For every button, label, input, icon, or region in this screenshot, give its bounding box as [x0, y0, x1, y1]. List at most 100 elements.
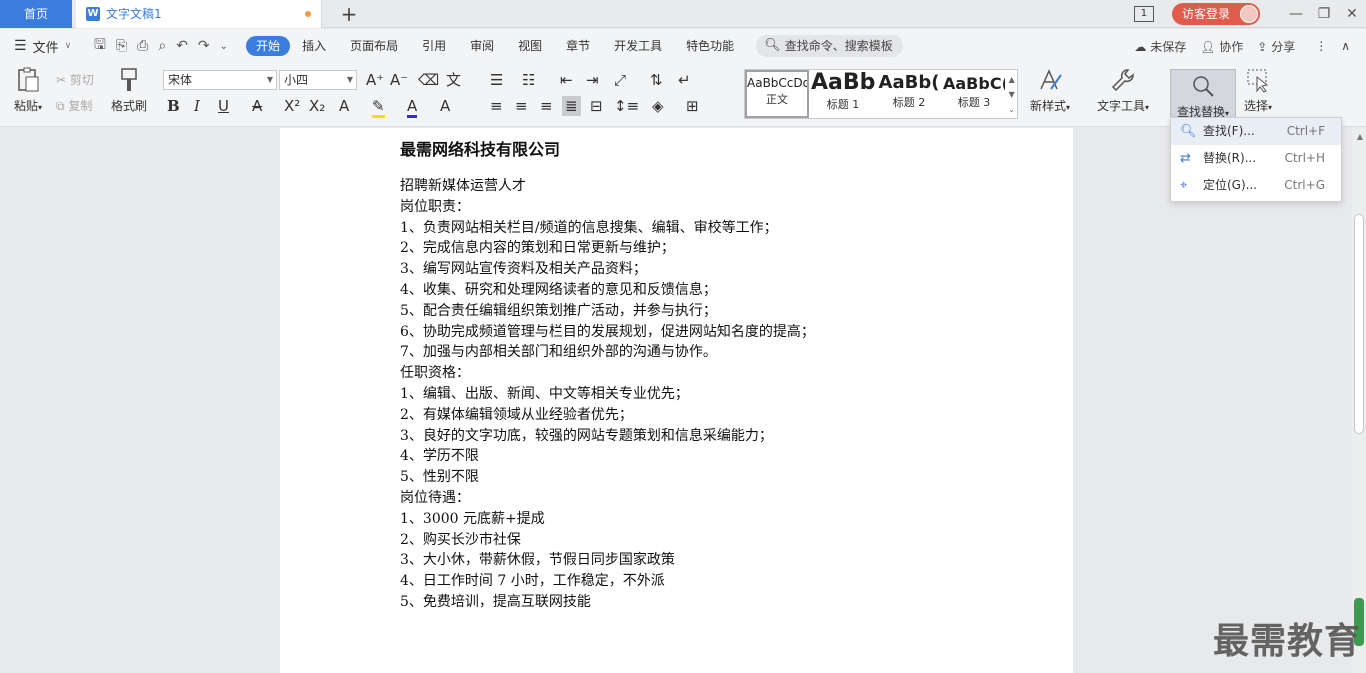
collapse-ribbon-icon[interactable]: ∧ — [1341, 39, 1350, 53]
replace-menu-item[interactable]: ⇄ 替换(R)... Ctrl+H — [1171, 145, 1341, 172]
highlight-icon[interactable]: ✎ — [372, 96, 385, 118]
font-family-select[interactable]: 宋体 ▼ — [163, 70, 277, 90]
tab-home[interactable]: 首页 — [0, 0, 72, 28]
document-body[interactable]: 最需网络科技有限公司 招聘新媒体运营人才 岗位职责： 1、负责网站相关栏目/频道的信… — [400, 138, 960, 613]
decrease-indent-icon[interactable]: ⇤ — [560, 70, 573, 90]
avatar — [1240, 5, 1258, 23]
find-replace-button[interactable]: 查找替换▾ — [1170, 69, 1236, 121]
sort-icon[interactable]: ⇅ — [650, 70, 663, 90]
clear-format-icon[interactable]: ⌫ — [418, 70, 439, 90]
command-search-input[interactable]: 🔍︎ 查找命令、搜索模板 — [756, 35, 903, 57]
character-border-icon[interactable]: A — [440, 96, 450, 116]
redo-icon[interactable]: ↷ — [198, 38, 210, 54]
select-button[interactable]: 选择▾ — [1240, 67, 1276, 114]
underline-icon[interactable]: U — [218, 96, 229, 116]
grow-font-icon[interactable]: A⁺ — [366, 70, 384, 90]
tab-view[interactable]: 视图 — [506, 36, 554, 56]
style-normal[interactable]: AaBbCcDd 正文 — [745, 70, 809, 118]
find-menu-item[interactable]: 🔍︎ 查找(F)... Ctrl+F — [1171, 118, 1341, 145]
text-tools-button[interactable]: 文字工具▾ — [1094, 67, 1152, 114]
cut-button[interactable]: ✂ 剪切 — [56, 71, 94, 88]
tab-review[interactable]: 审阅 — [458, 36, 506, 56]
document-line: 岗位职责： — [400, 198, 470, 215]
print-icon[interactable]: ⎙ — [137, 38, 148, 54]
tab-references[interactable]: 引用 — [410, 36, 458, 56]
watermark-logo: 最需教育 — [1213, 621, 1362, 662]
unsaved-status[interactable]: ☁ 未保存 — [1134, 38, 1186, 55]
scroll-up-icon[interactable]: ▲ — [1357, 132, 1363, 141]
numbered-list-icon[interactable]: ☷ — [522, 70, 535, 90]
close-icon[interactable]: ✕ — [1338, 0, 1366, 28]
font-color-icon[interactable]: A — [407, 96, 418, 118]
restore-icon[interactable]: ❐ — [1310, 0, 1338, 28]
phonetic-guide-icon[interactable]: 文 — [446, 70, 461, 90]
goto-label: 定位(G)... — [1203, 178, 1258, 192]
shrink-font-icon[interactable]: A⁻ — [390, 70, 408, 90]
document-workspace: 最需网络科技有限公司 招聘新媒体运营人才 岗位职责： 1、负责网站相关栏目/频道的信… — [0, 128, 1366, 673]
document-line: 5、性别不限 — [400, 469, 479, 486]
format-painter-button[interactable]: 格式刷 — [108, 67, 150, 114]
tab-home-start[interactable]: 开始 — [246, 36, 291, 56]
increase-indent-icon[interactable]: ⇥ — [586, 70, 599, 90]
superscript-icon[interactable]: X² — [284, 96, 300, 116]
justify-icon[interactable]: ≣ — [562, 96, 581, 116]
export-icon[interactable]: ⎘ — [116, 38, 127, 54]
vertical-scrollbar[interactable]: ▲ — [1352, 128, 1366, 673]
tab-page-layout[interactable]: 页面布局 — [338, 36, 410, 56]
distributed-icon[interactable]: ⊟ — [590, 96, 603, 116]
copy-icon: ⧉ — [56, 99, 65, 113]
align-center-icon[interactable]: ≡ — [515, 96, 528, 116]
share-button[interactable]: ⇪ 分享 — [1257, 38, 1295, 55]
cloud-icon: ☁ — [1134, 39, 1147, 54]
align-left-icon[interactable]: ≡ — [490, 96, 503, 116]
undo-icon[interactable]: ↶ — [176, 38, 188, 54]
quick-access-more-icon[interactable]: ⌄ — [220, 41, 228, 52]
scroll-thumb[interactable] — [1354, 214, 1364, 434]
style-gallery: AaBbCcDd 正文 AaBb 标题 1 AaBb( 标题 2 AaBbC( … — [744, 69, 1018, 119]
tab-chapter[interactable]: 章节 — [554, 36, 602, 56]
align-right-icon[interactable]: ≡ — [540, 96, 553, 116]
paste-button[interactable]: 粘贴▾ — [10, 67, 46, 114]
document-page[interactable]: 最需网络科技有限公司 招聘新媒体运营人才 岗位职责： 1、负责网站相关栏目/频道的信… — [280, 128, 1073, 673]
shading-icon[interactable]: ◈ — [652, 96, 664, 116]
tab-features[interactable]: 特色功能 — [674, 36, 746, 56]
style-gallery-scroll[interactable]: ▲ ▼ ⌄ — [1008, 72, 1015, 117]
strikethrough-icon[interactable]: A — [252, 96, 262, 116]
italic-icon[interactable]: I — [194, 96, 200, 116]
collaborate-button[interactable]: 👤︎ 协作 — [1200, 38, 1243, 55]
document-line: 1、编辑、出版、新闻、中文等相关专业优先； — [400, 385, 689, 402]
bullet-list-icon[interactable]: ☰ — [490, 70, 503, 90]
select-cursor-icon — [1247, 69, 1269, 93]
borders-icon[interactable]: ⊞ — [686, 96, 699, 116]
style-heading-1[interactable]: AaBb 标题 1 — [811, 70, 875, 118]
tab-insert[interactable]: 插入 — [290, 36, 338, 56]
tab-document[interactable]: W 文字文稿1 — [76, 0, 322, 28]
clipboard-icon — [18, 67, 39, 92]
guest-login-button[interactable]: 访客登录 — [1171, 3, 1260, 25]
search-icon: 🔍︎ — [1180, 124, 1197, 139]
document-line: 3、良好的文字功底，较强的网站专题策划和信息采编能力； — [400, 427, 773, 444]
style-heading-3[interactable]: AaBbC( 标题 3 — [943, 70, 1005, 118]
font-size-select[interactable]: 小四 ▼ — [279, 70, 357, 90]
new-style-button[interactable]: 新样式▾ — [1026, 67, 1074, 114]
goto-menu-item[interactable]: ⌖ 定位(G)... Ctrl+G — [1171, 172, 1341, 199]
wrench-icon — [1111, 69, 1134, 92]
copy-button[interactable]: ⧉ 复制 — [56, 97, 92, 114]
minimize-icon[interactable]: — — [1282, 0, 1310, 28]
chinese-layout-icon[interactable]: ⤢ — [614, 70, 626, 90]
window-count-badge[interactable]: 1 — [1133, 6, 1154, 22]
line-spacing-icon[interactable]: ↕≡ — [614, 96, 639, 116]
tab-developer[interactable]: 开发工具 — [602, 36, 674, 56]
text-effect-icon[interactable]: A — [339, 96, 349, 116]
file-menu[interactable]: ☰ 文件 ∨ — [0, 37, 84, 56]
show-marks-icon[interactable]: ↵ — [678, 70, 691, 90]
more-menu-icon[interactable]: ⋮ — [1315, 39, 1327, 53]
new-tab-button[interactable]: + — [338, 2, 360, 26]
print-preview-icon[interactable]: ⌕ — [158, 38, 166, 54]
save-icon[interactable]: 🖫 — [94, 34, 106, 58]
style-heading-2[interactable]: AaBb( 标题 2 — [877, 70, 941, 118]
subscript-icon[interactable]: X₂ — [309, 96, 325, 116]
new-style-icon — [1040, 69, 1062, 90]
bold-icon[interactable]: B — [167, 96, 180, 116]
find-label: 查找(F)... — [1203, 124, 1255, 138]
